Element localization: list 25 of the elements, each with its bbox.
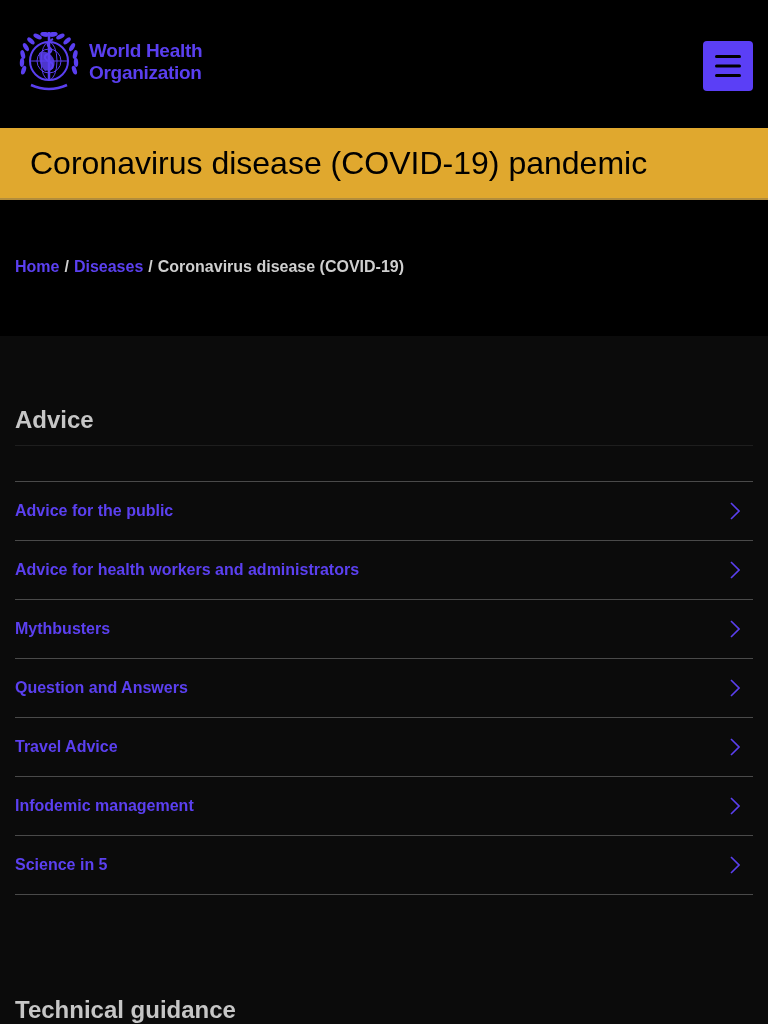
logo-text[interactable]: World Health Organization (89, 40, 213, 84)
advice-link[interactable]: Science in 5 (15, 836, 753, 895)
advice-link[interactable]: Infodemic management (15, 777, 753, 836)
breadcrumb-link[interactable]: Diseases (73, 257, 144, 277)
chevron-right-icon (730, 561, 740, 579)
chevron-right-icon (730, 679, 740, 697)
advice-link[interactable]: Travel Advice (15, 718, 753, 777)
chevron-right-icon (730, 738, 740, 756)
breadcrumb-current: Coronavirus disease (COVID-19) (157, 257, 405, 277)
advice-link[interactable]: Mythbusters (15, 600, 753, 659)
section-heading: Technical guidance (15, 996, 237, 1024)
breadcrumb-separator: / (148, 257, 153, 277)
menu-icon (715, 55, 741, 77)
chevron-right-icon (730, 797, 740, 815)
page-title: Coronavirus disease (COVID-19) pandemic (30, 144, 648, 183)
advice-link[interactable]: Advice for health workers and administrators (15, 541, 753, 600)
chevron-right-icon (730, 856, 740, 874)
section-heading: Advice (15, 404, 753, 446)
advice-link[interactable]: Question and Answers (15, 659, 753, 718)
breadcrumb-link[interactable]: Home (15, 257, 60, 277)
advice-link[interactable]: Advice for the public (15, 482, 753, 541)
breadcrumb-separator: / (64, 257, 69, 277)
chevron-right-icon (730, 502, 740, 520)
chevron-right-icon (730, 620, 740, 638)
menu-button[interactable] (703, 41, 753, 91)
